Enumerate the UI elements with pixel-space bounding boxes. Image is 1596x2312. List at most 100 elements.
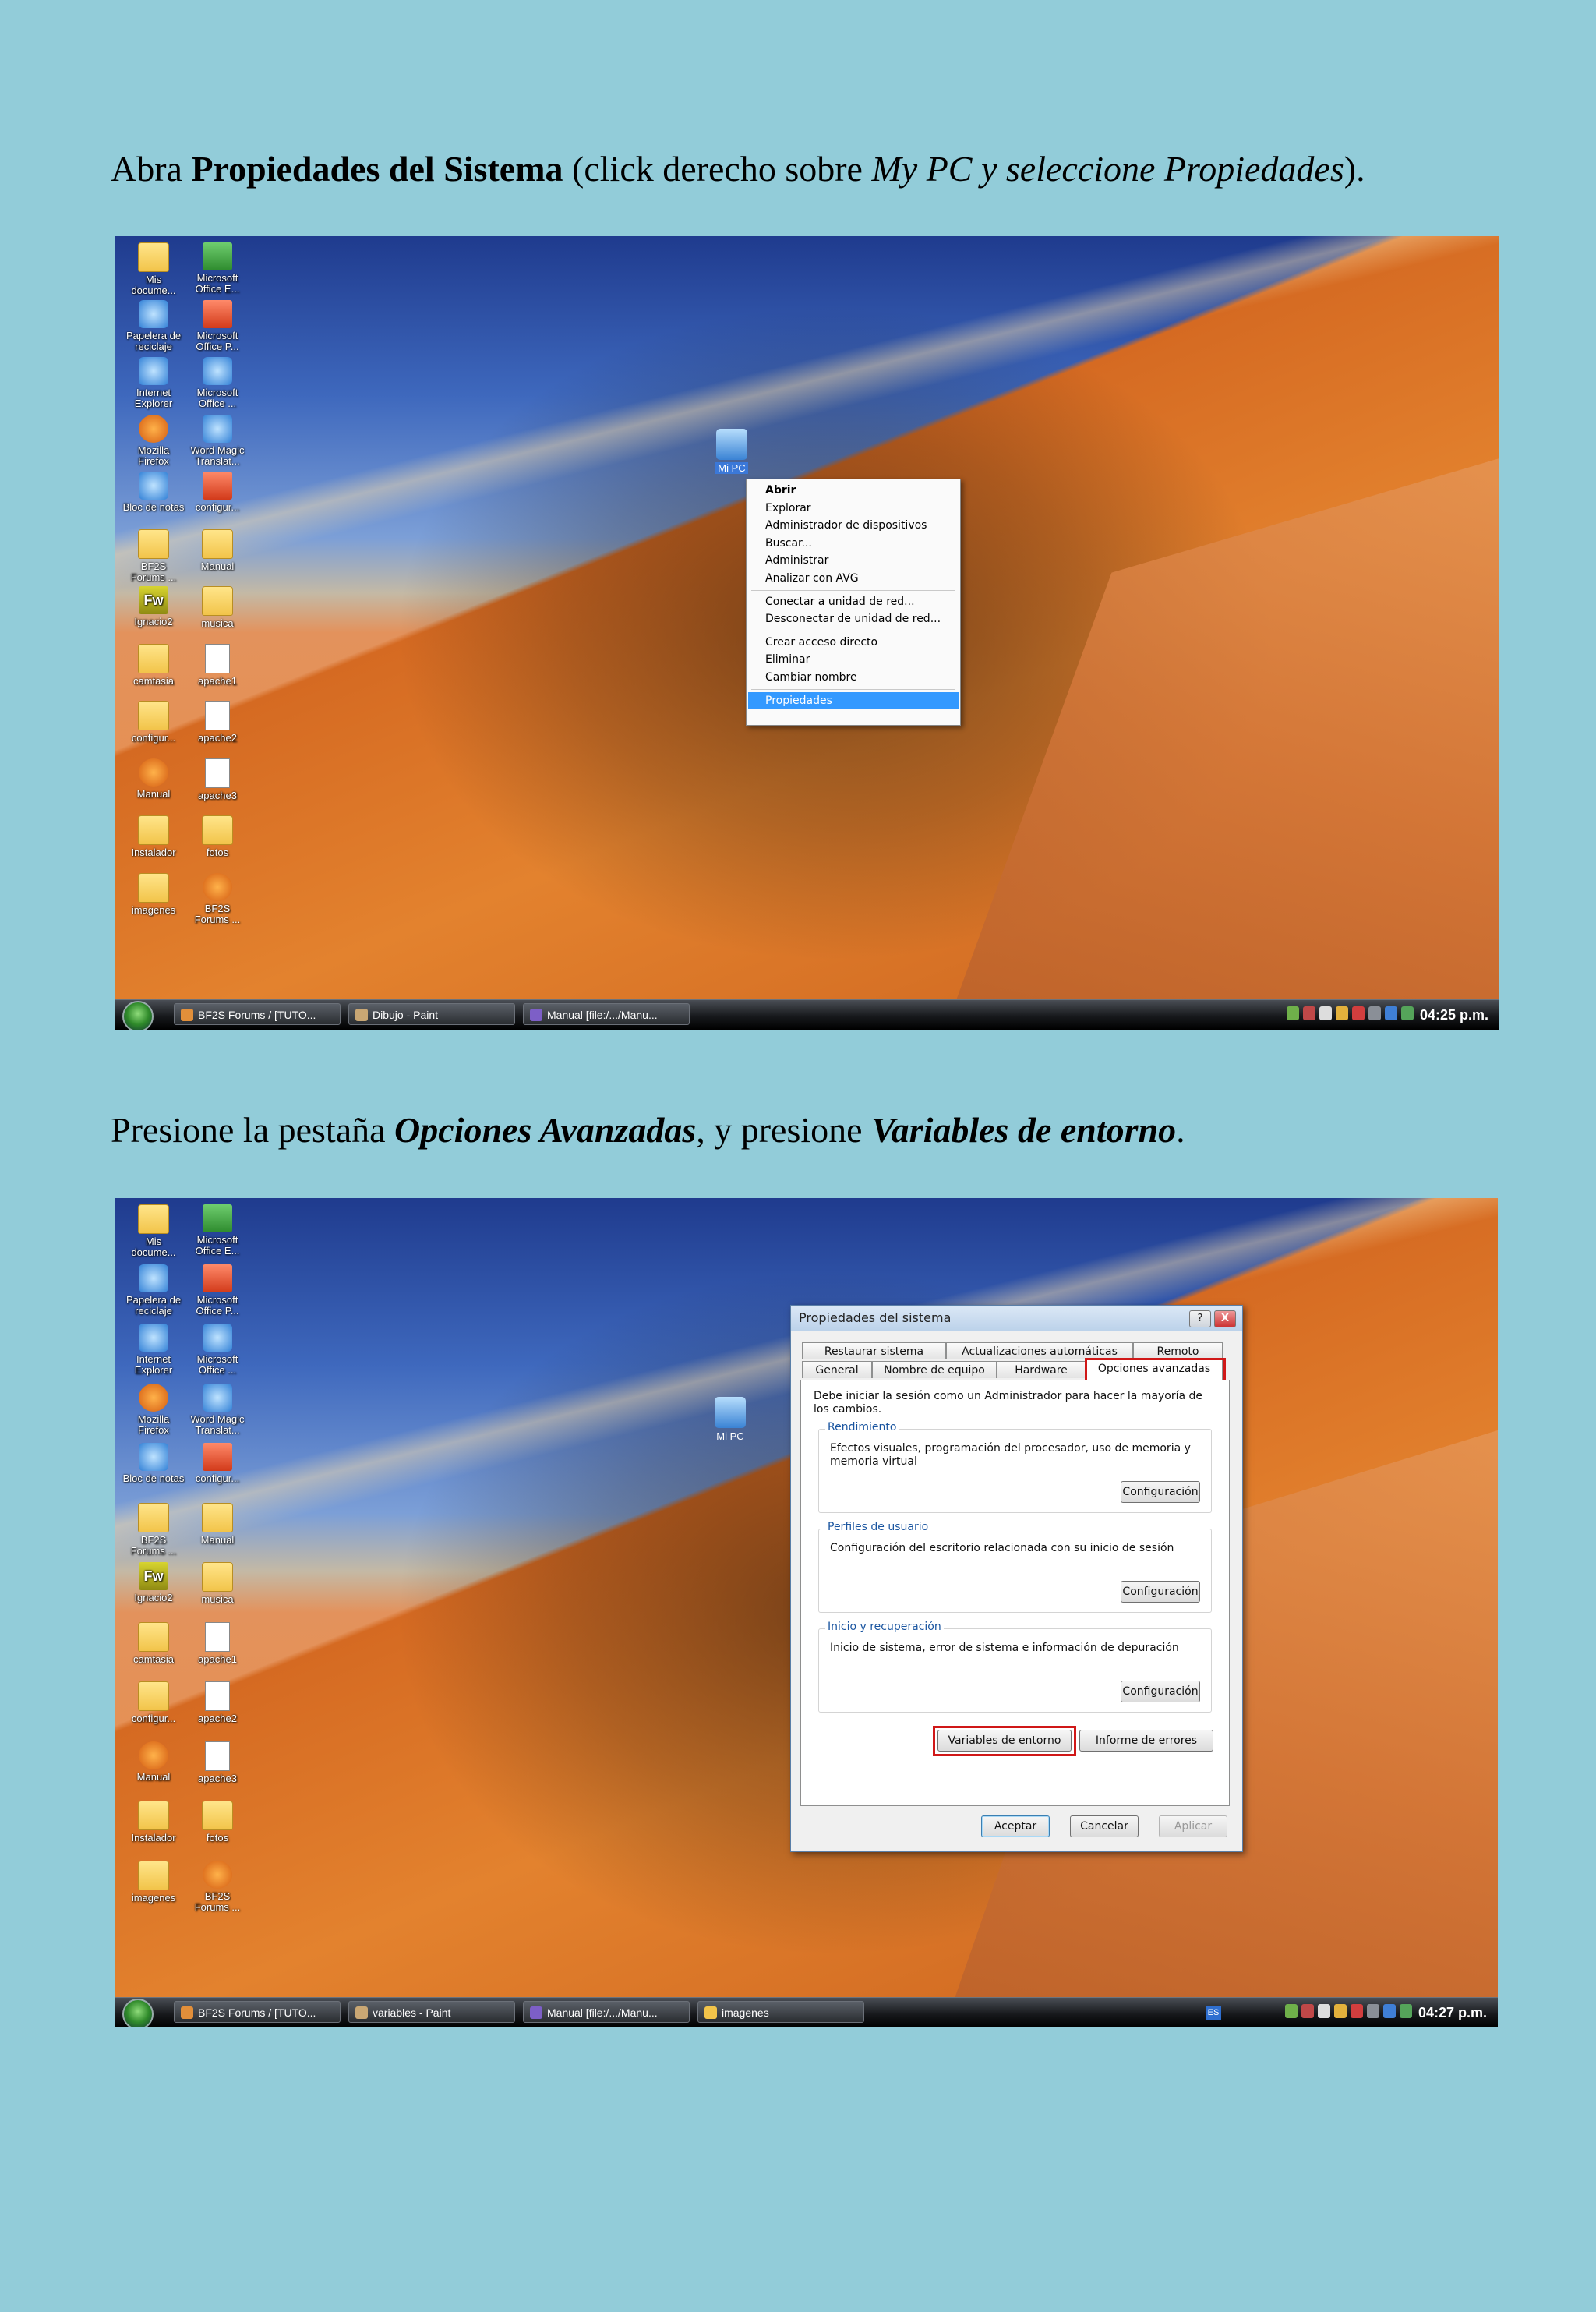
- desktop-icon[interactable]: configur...: [186, 1443, 249, 1484]
- menu-item-desconectar-unidad[interactable]: Desconectar de unidad de red...: [748, 610, 959, 628]
- desktop-icon[interactable]: configur...: [122, 701, 185, 744]
- accept-button[interactable]: Aceptar: [981, 1815, 1050, 1837]
- desktop-icon[interactable]: Manual: [186, 529, 249, 572]
- taskbar-clock[interactable]: 04:27 p.m.: [1418, 1998, 1487, 2027]
- tab-general[interactable]: General: [802, 1361, 872, 1378]
- menu-item-abrir[interactable]: Abrir: [748, 482, 959, 500]
- desktop-icon[interactable]: Internet Explorer: [122, 1324, 185, 1376]
- desktop-icon[interactable]: Microsoft Office E...: [186, 1204, 249, 1257]
- configuracion-button[interactable]: Configuración: [1121, 1681, 1200, 1702]
- tray-icon[interactable]: [1287, 1006, 1299, 1020]
- desktop-icon[interactable]: imagenes: [122, 872, 185, 916]
- taskbar-button[interactable]: imagenes: [697, 2001, 864, 2023]
- taskbar-button[interactable]: Dibujo - Paint: [348, 1003, 515, 1025]
- desktop-icon[interactable]: Mis docume...: [122, 1204, 185, 1258]
- tray-icon[interactable]: [1352, 1006, 1365, 1020]
- desktop-icon[interactable]: BF2S Forums ...: [186, 872, 249, 925]
- desktop-icon[interactable]: fotos: [186, 1801, 249, 1844]
- tray-icon[interactable]: [1301, 2004, 1314, 2018]
- desktop-icon[interactable]: Papelera de reciclaje: [122, 1264, 185, 1317]
- start-button-icon[interactable]: [122, 1999, 154, 2027]
- start-button-icon[interactable]: [122, 1001, 154, 1030]
- close-button[interactable]: X: [1214, 1310, 1236, 1327]
- taskbar-button[interactable]: Manual [file:/.../Manu...: [523, 1003, 690, 1025]
- tab-restaurar-sistema[interactable]: Restaurar sistema: [802, 1342, 946, 1359]
- desktop-icon[interactable]: BF2S Forums ...: [122, 1502, 185, 1557]
- menu-item-administrador-dispositivos[interactable]: Administrador de dispositivos: [748, 517, 959, 535]
- desktop-icon[interactable]: camtasia: [122, 1621, 185, 1665]
- my-pc-icon[interactable]: Mi PC: [708, 429, 755, 474]
- menu-item-explorar[interactable]: Explorar: [748, 500, 959, 518]
- desktop-icon[interactable]: Word Magic Translat...: [186, 1383, 249, 1436]
- dialog-titlebar[interactable]: Propiedades del sistema ? X: [791, 1306, 1242, 1331]
- tray-icon[interactable]: [1367, 2004, 1379, 2018]
- taskbar-button[interactable]: BF2S Forums / [TUTO...: [174, 2001, 341, 2023]
- menu-item-cambiar-nombre[interactable]: Cambiar nombre: [748, 669, 959, 687]
- desktop-icon[interactable]: Word Magic Translat...: [186, 414, 249, 467]
- desktop-icon[interactable]: Microsoft Office E...: [186, 242, 249, 295]
- tab-nombre-equipo[interactable]: Nombre de equipo: [872, 1361, 997, 1378]
- tray-icon[interactable]: [1351, 2004, 1363, 2018]
- desktop-icon[interactable]: imagenes: [122, 1860, 185, 1904]
- desktop-icon[interactable]: Instalador: [122, 1801, 185, 1844]
- desktop-icon[interactable]: Mozilla Firefox: [122, 1383, 185, 1436]
- menu-item-crear-acceso[interactable]: Crear acceso directo: [748, 634, 959, 652]
- taskbar-button[interactable]: variables - Paint: [348, 2001, 515, 2023]
- configuracion-button[interactable]: Configuración: [1121, 1481, 1200, 1503]
- desktop-icon[interactable]: Microsoft Office ...: [186, 357, 249, 409]
- desktop-icon[interactable]: Mis docume...: [122, 242, 185, 296]
- desktop-icon[interactable]: Fw Ignacio2: [122, 586, 185, 627]
- desktop-icon[interactable]: Bloc de notas: [122, 1443, 185, 1484]
- menu-item-buscar[interactable]: Buscar...: [748, 535, 959, 553]
- desktop-icon[interactable]: BF2S Forums ...: [186, 1860, 249, 1913]
- tray-icon[interactable]: [1383, 2004, 1396, 2018]
- desktop-icon[interactable]: Manual: [186, 1502, 249, 1546]
- taskbar-button[interactable]: Manual [file:/.../Manu...: [523, 2001, 690, 2023]
- desktop-icon[interactable]: camtasia: [122, 643, 185, 687]
- tray-icon[interactable]: [1285, 2004, 1298, 2018]
- menu-item-propiedades[interactable]: Propiedades: [748, 691, 959, 710]
- desktop-icon[interactable]: apache3: [186, 758, 249, 801]
- tab-hardware[interactable]: Hardware: [997, 1361, 1086, 1378]
- desktop-icon[interactable]: Microsoft Office P...: [186, 299, 249, 352]
- language-indicator[interactable]: ES: [1206, 2006, 1221, 2020]
- tray-icon[interactable]: [1318, 2004, 1330, 2018]
- tray-icon[interactable]: [1401, 1006, 1414, 1020]
- desktop-icon[interactable]: configur...: [122, 1681, 185, 1724]
- desktop-icon[interactable]: apache1: [186, 1621, 249, 1665]
- tray-icon[interactable]: [1336, 1006, 1348, 1020]
- desktop-icon[interactable]: configur...: [186, 472, 249, 513]
- tray-icon[interactable]: [1303, 1006, 1315, 1020]
- tab-actualizaciones-automaticas[interactable]: Actualizaciones automáticas: [946, 1342, 1133, 1359]
- menu-item-eliminar[interactable]: Eliminar: [748, 651, 959, 669]
- help-button[interactable]: ?: [1189, 1310, 1211, 1327]
- apply-button[interactable]: Aplicar: [1159, 1815, 1227, 1837]
- desktop-icon[interactable]: Manual: [122, 1741, 185, 1783]
- my-pc-icon[interactable]: Mi PC: [707, 1397, 754, 1442]
- desktop-icon[interactable]: Papelera de reciclaje: [122, 299, 185, 352]
- desktop-icon[interactable]: fotos: [186, 815, 249, 858]
- desktop-icon[interactable]: Instalador: [122, 815, 185, 858]
- menu-item-administrar[interactable]: Administrar: [748, 552, 959, 570]
- tab-remoto[interactable]: Remoto: [1133, 1342, 1223, 1359]
- tray-icon[interactable]: [1319, 1006, 1332, 1020]
- desktop-icon[interactable]: apache2: [186, 701, 249, 744]
- desktop-icon[interactable]: BF2S Forums ...: [122, 529, 185, 583]
- taskbar-button[interactable]: BF2S Forums / [TUTO...: [174, 1003, 341, 1025]
- desktop-icon[interactable]: Internet Explorer: [122, 357, 185, 409]
- tray-icon[interactable]: [1400, 2004, 1412, 2018]
- desktop-icon[interactable]: apache3: [186, 1741, 249, 1784]
- tray-icon[interactable]: [1368, 1006, 1381, 1020]
- informe-errores-button[interactable]: Informe de errores: [1079, 1730, 1213, 1752]
- desktop-icon[interactable]: Fw Ignacio2: [122, 1562, 185, 1603]
- cancel-button[interactable]: Cancelar: [1070, 1815, 1139, 1837]
- desktop-icon[interactable]: Microsoft Office P...: [186, 1264, 249, 1317]
- tray-icon[interactable]: [1334, 2004, 1347, 2018]
- desktop-icon[interactable]: musica: [186, 1562, 249, 1605]
- menu-item-conectar-unidad[interactable]: Conectar a unidad de red...: [748, 593, 959, 611]
- configuracion-button[interactable]: Configuración: [1121, 1581, 1200, 1603]
- desktop-icon[interactable]: Bloc de notas: [122, 472, 185, 513]
- desktop-icon[interactable]: Mozilla Firefox: [122, 414, 185, 467]
- desktop-icon[interactable]: apache1: [186, 643, 249, 687]
- menu-item-analizar-avg[interactable]: Analizar con AVG: [748, 570, 959, 588]
